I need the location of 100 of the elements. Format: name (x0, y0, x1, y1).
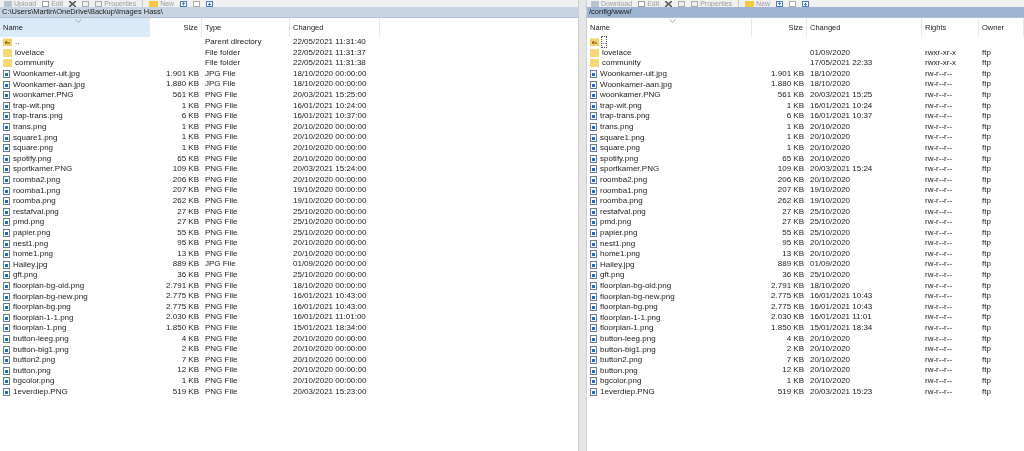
file-name[interactable]: papier.png (600, 228, 638, 238)
file-name[interactable]: Woonkamer-aan.jpg (13, 79, 85, 90)
file-name[interactable]: 1everdiep.PNG (13, 386, 68, 397)
file-name[interactable]: button-leeg.png (13, 333, 69, 344)
file-name[interactable]: restafval.png (600, 206, 646, 217)
file-name[interactable]: button-leeg.png (600, 333, 656, 344)
file-name[interactable]: trans.png (600, 122, 634, 133)
file-name[interactable]: square.png (13, 143, 54, 154)
file-name[interactable]: home1.png (600, 249, 641, 260)
file-name[interactable]: Hailey.jpg (600, 259, 635, 270)
file-name[interactable]: trans.png (13, 122, 47, 133)
table-cell: ftp (982, 365, 991, 375)
file-name[interactable]: Woonkamer-uit.jpg (600, 69, 667, 80)
file-name[interactable]: nest1.png (13, 238, 49, 249)
table-cell: PNG File (205, 100, 238, 110)
table-cell: 27 KB (177, 217, 199, 227)
file-name[interactable]: woonkamer.PNG (600, 90, 661, 101)
file-name[interactable]: bgcolor.png (13, 376, 55, 387)
table-cell: 27 KB (782, 217, 804, 227)
folder-name[interactable]: lovelace (602, 47, 632, 58)
file-name[interactable]: floorplan-1-1.png (13, 312, 74, 323)
file-name[interactable]: pmd.png (600, 217, 632, 228)
file-name[interactable]: floorplan-bg-new.png (600, 291, 675, 302)
file-name[interactable]: square1.png (600, 132, 645, 143)
file-name[interactable]: floorplan-1-1.png (600, 312, 661, 323)
folder-name[interactable]: lovelace (15, 47, 45, 58)
file-name[interactable]: roomba2.png (600, 175, 648, 185)
file-name[interactable]: roomba2.png (13, 175, 61, 185)
table-cell: ftp (982, 270, 991, 280)
file-name[interactable]: square1.png (13, 132, 58, 143)
file-name[interactable]: Woonkamer-uit.jpg (13, 69, 80, 80)
up-button[interactable] (180, 0, 188, 7)
file-name[interactable]: roomba.png (13, 196, 56, 207)
delete-button[interactable] (69, 0, 77, 7)
file-name[interactable]: button-big1.png (600, 344, 656, 355)
table-cell: 18/10/2020 (810, 280, 851, 290)
file-name[interactable]: bgcolor.png (600, 376, 642, 387)
folder-name[interactable]: community (15, 58, 54, 69)
file-name[interactable]: gft.png (600, 270, 625, 281)
file-name[interactable]: trap-wit.png (600, 100, 642, 111)
file-name[interactable]: trap-trans.png (13, 111, 63, 122)
table-cell: PNG File (205, 132, 238, 142)
file-name[interactable]: nest1.png (600, 238, 636, 249)
file-name[interactable]: sportkamer.PNG (13, 164, 73, 175)
file-name[interactable]: floorplan-1.png (13, 323, 67, 334)
file-name[interactable]: button.png (600, 365, 638, 376)
table-cell: File folder (205, 47, 241, 57)
parent-folder-icon (3, 38, 12, 47)
file-name[interactable]: floorplan-bg-old.png (600, 280, 672, 291)
file-name[interactable]: 1everdiep.PNG (600, 386, 655, 397)
file-name[interactable]: Woonkamer-aan.jpg (600, 79, 672, 90)
file-name[interactable]: floorplan-bg.png (600, 302, 658, 313)
file-name[interactable]: button2.png (600, 355, 643, 366)
blank-button[interactable] (789, 0, 797, 7)
file-name[interactable]: floorplan-1.png (600, 323, 654, 334)
blank-button[interactable] (193, 0, 201, 7)
table-cell: 20/10/2020 00:00:00 (293, 376, 367, 385)
file-name[interactable]: pmd.png (13, 217, 45, 228)
file-name[interactable]: roomba1.png (13, 185, 61, 196)
file-name[interactable]: spotify.png (600, 153, 639, 164)
table-cell: 25/10/2020 00:00:00 (293, 206, 367, 216)
table-cell: 20/10/2020 (810, 238, 851, 248)
file-name[interactable]: spotify.png (13, 153, 52, 164)
file-name[interactable]: floorplan-bg-old.png (13, 280, 85, 291)
file-name[interactable]: floorplan-bg.png (13, 302, 71, 313)
table-cell: 20/10/2020 00:00:00 (293, 248, 367, 258)
file-name[interactable]: trap-wit.png (13, 100, 55, 111)
file-name[interactable]: square.png (600, 143, 641, 154)
table-cell: rw-r--r-- (925, 386, 953, 396)
folder-name[interactable]: community (602, 58, 641, 69)
table-cell: 1 KB (181, 376, 199, 385)
table-cell: PNG File (205, 386, 238, 396)
file-name[interactable]: button.png (13, 365, 51, 376)
table-cell: rw-r--r-- (925, 206, 953, 216)
delete-button[interactable] (665, 0, 673, 7)
table-cell: 16/01/2021 10:37:00 (293, 111, 367, 121)
file-name[interactable]: gft.png (13, 270, 38, 281)
file-name[interactable]: button2.png (13, 355, 56, 366)
file-name[interactable]: button-big1.png (13, 344, 69, 355)
table-cell: 20/10/2020 00:00:00 (293, 344, 367, 354)
file-name[interactable]: floorplan-bg-new.png (13, 291, 88, 302)
table-cell: ftp (982, 248, 991, 258)
table-cell: ftp (982, 47, 991, 57)
down-button[interactable] (802, 0, 810, 7)
parent-directory-link[interactable]: .. (602, 37, 607, 48)
file-name[interactable]: roomba1.png (600, 185, 648, 196)
parent-directory-link[interactable]: .. (15, 37, 20, 48)
file-name[interactable]: roomba.png (600, 196, 643, 207)
file-name[interactable]: Hailey.jpg (13, 259, 48, 270)
table-cell: 18/10/2020 (810, 79, 851, 89)
file-name[interactable]: restafval.png (13, 206, 59, 217)
table-cell: 20/10/2020 (810, 153, 851, 163)
file-name[interactable]: home1.png (13, 249, 54, 260)
file-name[interactable]: papier.png (13, 228, 51, 238)
down-button[interactable] (206, 0, 214, 7)
table-cell: rw-r--r-- (925, 270, 953, 280)
file-name[interactable]: sportkamer.PNG (600, 164, 660, 175)
file-name[interactable]: trap-trans.png (600, 111, 650, 122)
file-name[interactable]: woonkamer.PNG (13, 90, 74, 101)
up-button[interactable] (776, 0, 784, 7)
